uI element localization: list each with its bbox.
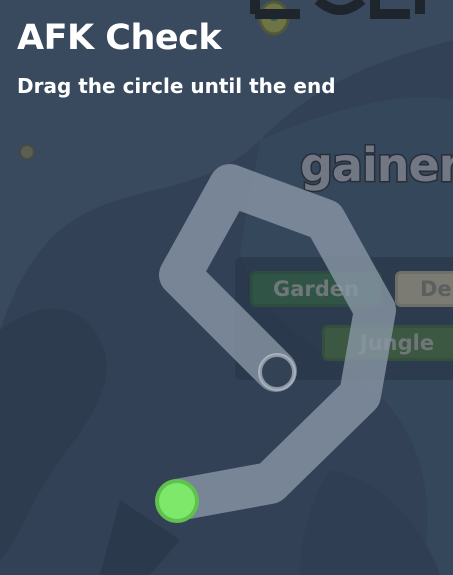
end-target [258, 353, 296, 391]
afk-check-title: AFK Check [17, 18, 222, 58]
afk-check-instructions: Drag the circle until the end [17, 74, 336, 98]
drag-handle[interactable] [155, 479, 199, 523]
